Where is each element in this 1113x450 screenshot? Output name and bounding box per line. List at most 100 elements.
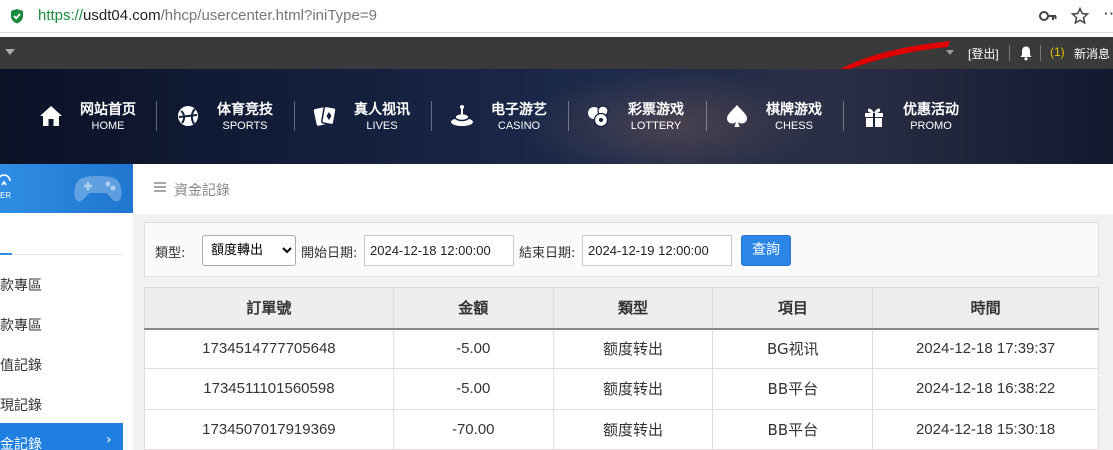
- gamepad-icon: [74, 176, 122, 202]
- gift-icon: [865, 108, 883, 127]
- url-path: /hhcp/usercenter.html?iniType=9: [160, 7, 377, 24]
- divider: [1040, 45, 1041, 61]
- amount-cell: -70.00: [392, 408, 554, 450]
- account-caret-icon[interactable]: [946, 50, 954, 55]
- browser-address-bar: https://usdt04.com/hhcp/usercenter.html?…: [0, 0, 1113, 33]
- nav-item-lottery[interactable]: 彩票游戏 LOTTERY: [561, 69, 698, 164]
- user-bar: [登出] (1) 新消息: [0, 37, 1113, 71]
- soccer-ball-icon: [178, 106, 198, 126]
- end-date-input[interactable]: [582, 235, 732, 266]
- item-cell: BB平台: [712, 368, 874, 410]
- type-cell: 额度转出: [552, 368, 714, 410]
- type-cell: 额度转出: [552, 327, 714, 370]
- time-cell: 2024-12-18 15:30:18: [872, 408, 1099, 450]
- new-message-link[interactable]: 新消息: [1074, 45, 1110, 62]
- nav-sublabel: LIVES: [366, 120, 398, 132]
- order-no-cell: 1734507017919369: [144, 408, 394, 450]
- spade-icon: [727, 105, 747, 127]
- section-underline: [0, 253, 12, 255]
- nav-label: 网站首页: [80, 102, 136, 118]
- time-cell: 2024-12-18 16:38:22: [872, 368, 1099, 410]
- column-header-time: 時間: [872, 287, 1099, 330]
- sidebar-item-withdraw[interactable]: 款專區: [0, 304, 123, 344]
- user-center-banner: ER: [0, 164, 133, 213]
- type-label: 類型:: [155, 246, 186, 261]
- table-row: 1734514777705648 -5.00 额度转出 BG视讯 2024-12…: [144, 327, 1099, 370]
- star-icon[interactable]: [1071, 7, 1089, 25]
- nav-item-sports[interactable]: 体育竞技 SPORTS: [150, 69, 287, 164]
- start-date-label: 開始日期:: [301, 246, 358, 261]
- item-cell: BB平台: [712, 408, 874, 450]
- sidebar-item-label: 值記錄: [0, 358, 42, 374]
- order-no-cell: 1734511101560598: [144, 368, 394, 410]
- nav-sublabel: HOME: [91, 120, 125, 132]
- nav-item-home[interactable]: 网站首页 HOME: [13, 69, 150, 164]
- sidebar-item-label: 金記錄: [0, 437, 42, 450]
- start-date-input[interactable]: [364, 235, 514, 266]
- type-cell: 额度转出: [552, 408, 714, 450]
- sidebar-item-withdraw-record[interactable]: 現記錄: [0, 384, 123, 424]
- nav-item-promo[interactable]: 优惠活动 PROMO: [836, 69, 973, 164]
- chevron-right-icon: ›: [106, 432, 112, 448]
- nav-label: 体育竞技: [217, 102, 273, 118]
- user-center-icon: [0, 174, 11, 186]
- nav-sublabel: LOTTERY: [630, 120, 682, 132]
- message-count[interactable]: (1): [1050, 45, 1065, 59]
- sidebar-item-fund-record[interactable]: 金記錄 ›: [0, 423, 123, 450]
- fund-record-table: 訂單號 金額 類型 項目 時間 1734514777705648 -5.00 额…: [144, 287, 1099, 450]
- url-protocol: https://: [38, 7, 84, 24]
- nav-label: 优惠活动: [903, 102, 959, 118]
- sidebar: ER 款專區 款專區 值記錄 現記錄 金記錄 ›: [0, 164, 133, 450]
- nav-item-lives[interactable]: 真人视讯 LIVES: [287, 69, 424, 164]
- table-row: 1734507017919369 -70.00 额度转出 BB平台 2024-1…: [144, 408, 1099, 450]
- sidebar-item-recharge-record[interactable]: 值記錄: [0, 344, 123, 384]
- time-cell: 2024-12-18 17:39:37: [872, 327, 1099, 370]
- home-icon: [40, 106, 62, 126]
- more-icon[interactable]: ⋯: [1103, 4, 1113, 24]
- divider: [1009, 45, 1010, 61]
- menu-icon[interactable]: [153, 180, 167, 194]
- nav-label: 电子游艺: [491, 102, 547, 118]
- cards-icon: [313, 105, 337, 126]
- section-divider: [12, 254, 122, 255]
- key-icon[interactable]: [1039, 9, 1057, 23]
- sidebar-item-label: 款專區: [0, 278, 42, 294]
- column-header-type: 類型: [552, 287, 714, 330]
- order-no-cell: 1734514777705648: [144, 327, 394, 370]
- bell-icon[interactable]: [1018, 45, 1034, 61]
- red-annotation-arrow: [840, 41, 950, 71]
- sidebar-item-label: 現記錄: [0, 398, 42, 414]
- nav-sublabel: PROMO: [910, 120, 952, 132]
- main-content: 資金記錄 類型: 額度轉出 開始日期: 結束日期: 查詢 訂單號 金額 類型 項…: [133, 164, 1113, 450]
- lottery-balls-icon: [588, 105, 609, 128]
- filter-bar: 類型: 額度轉出 開始日期: 結束日期: 查詢: [144, 222, 1099, 277]
- url-host: usdt04.com: [83, 7, 161, 24]
- main-nav: 网站首页 HOME 体育竞技 SPORTS 真人视讯 LIVES 电子游艺 CA…: [0, 69, 1113, 164]
- dropdown-caret-icon[interactable]: [5, 49, 15, 55]
- banner-text: ER: [0, 191, 12, 200]
- table-header-row: 訂單號 金額 類型 項目 時間: [144, 287, 1099, 330]
- nav-label: 彩票游戏: [628, 102, 684, 118]
- type-select[interactable]: 額度轉出: [202, 235, 296, 266]
- end-date-label: 結束日期:: [519, 246, 576, 261]
- sidebar-item-deposit[interactable]: 款專區: [0, 264, 123, 304]
- page-title: 資金記錄: [174, 183, 230, 199]
- column-header-amount: 金額: [392, 287, 554, 330]
- nav-sublabel: CHESS: [775, 120, 813, 132]
- nav-label: 真人视讯: [354, 102, 410, 118]
- amount-cell: -5.00: [392, 368, 554, 410]
- sidebar-item-label: 款專區: [0, 318, 42, 334]
- logout-link[interactable]: [登出]: [968, 45, 999, 62]
- slot-machine-icon: [451, 105, 473, 126]
- amount-cell: -5.00: [392, 327, 554, 370]
- nav-label: 棋牌游戏: [766, 102, 822, 118]
- table-row: 1734511101560598 -5.00 额度转出 BB平台 2024-12…: [144, 368, 1099, 410]
- query-button[interactable]: 查詢: [741, 235, 791, 266]
- column-header-order-no: 訂單號: [144, 287, 394, 330]
- url-field[interactable]: https://usdt04.com/hhcp/usercenter.html?…: [38, 7, 377, 24]
- nav-item-chess[interactable]: 棋牌游戏 CHESS: [699, 69, 836, 164]
- column-header-item: 項目: [712, 287, 874, 330]
- shield-lock-icon: [11, 9, 23, 24]
- nav-item-casino[interactable]: 电子游艺 CASINO: [424, 69, 561, 164]
- nav-sublabel: SPORTS: [222, 120, 268, 132]
